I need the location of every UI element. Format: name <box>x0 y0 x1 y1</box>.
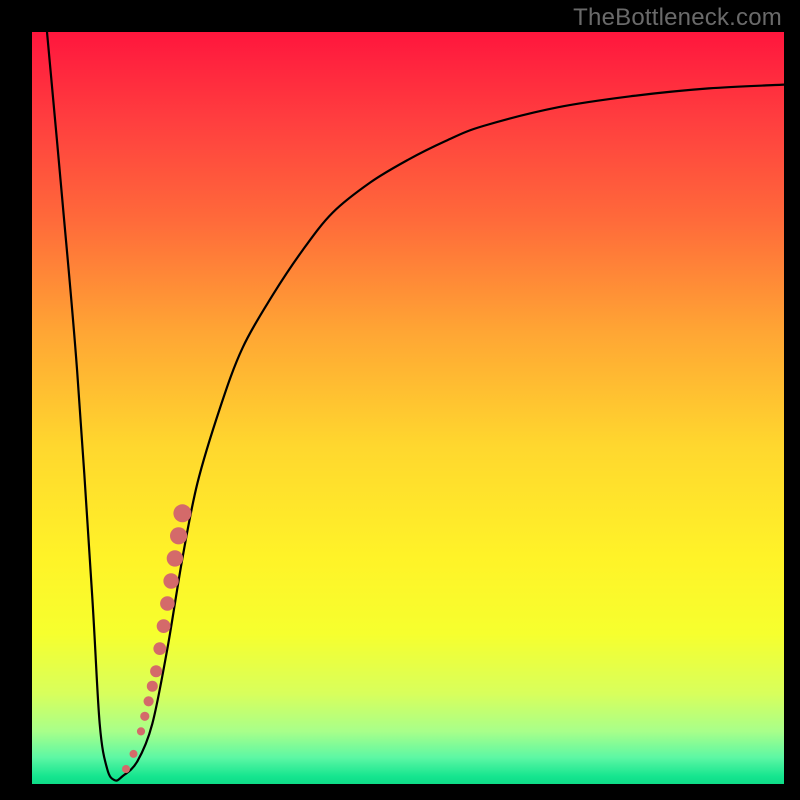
marker-dot <box>122 765 130 773</box>
marker-dot <box>163 573 178 588</box>
marker-dot <box>140 712 149 721</box>
marker-dot <box>147 681 158 692</box>
marker-dot <box>173 504 191 522</box>
marker-dot <box>167 550 183 566</box>
plot-area <box>32 32 784 784</box>
marker-dot <box>144 696 154 706</box>
marker-dot <box>130 750 138 758</box>
marker-dot <box>157 619 171 633</box>
marker-dot <box>150 665 162 677</box>
marker-dot <box>153 642 166 655</box>
curve-layer <box>32 32 784 784</box>
marker-dot <box>137 727 145 735</box>
marker-dot <box>160 596 175 611</box>
highlighted-range-markers <box>122 504 191 773</box>
chart-frame: TheBottleneck.com <box>0 0 800 800</box>
marker-dot <box>170 527 187 544</box>
watermark-text: TheBottleneck.com <box>573 4 782 32</box>
